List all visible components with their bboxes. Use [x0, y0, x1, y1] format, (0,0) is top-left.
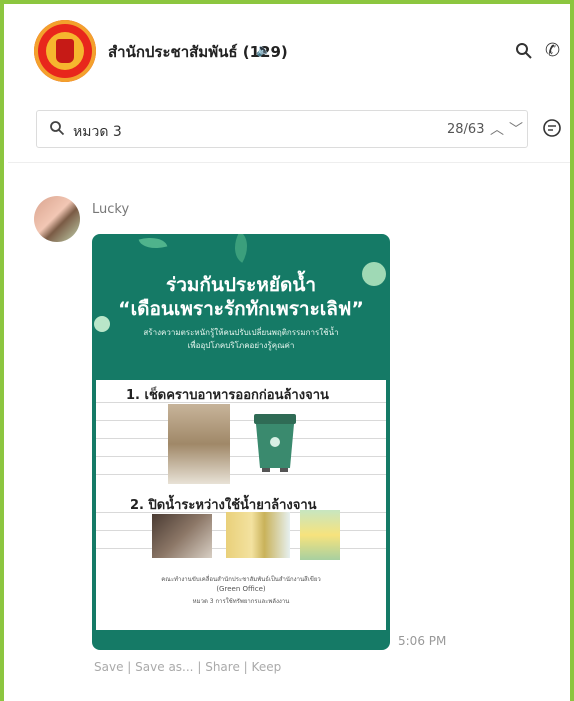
save-as-link[interactable]: Save as... — [135, 660, 193, 674]
photo-washing-dishes — [152, 514, 212, 558]
post-subtitle: สร้างความตระหนักรู้ให้คนปรับเปลี่ยนพฤติก… — [143, 328, 339, 337]
rule-line — [96, 456, 386, 457]
leaf-decoration — [226, 234, 256, 263]
message-actions: Save | Save as... | Share | Keep — [94, 660, 281, 674]
chat-window: สำนักประชาสัมพันธ์ (129) 🔈 ✆ หมวด 3 28/6… — [0, 0, 574, 701]
rule-line — [96, 438, 386, 439]
post-title: “เดือนเพราะรักทักเพราะเลิฟ” — [118, 298, 364, 320]
message-image-post[interactable]: ร่วมกันประหยัดน้ำ “เดือนเพราะรักทักเพราะ… — [92, 234, 390, 650]
search-icon[interactable] — [515, 42, 533, 64]
keep-link[interactable]: Keep — [252, 660, 282, 674]
post-content-panel: 1. เช็ดคราบอาหารออกก่อนล้างจาน 2. ปิดน้ำ… — [96, 380, 386, 630]
post-subtitle: เพื่ออุปโภคบริโภคอย่างรู้คุณค่า — [187, 341, 295, 350]
post-credit: (Green Office) — [216, 585, 266, 593]
message-search-bar[interactable]: หมวด 3 28/63 ︿ ﹀ — [36, 110, 528, 148]
leaf-decoration — [138, 234, 168, 254]
divider — [8, 162, 570, 163]
rule-line — [96, 474, 386, 475]
phone-icon[interactable]: ✆ — [545, 40, 560, 61]
chat-header: สำนักประชาสัมพันธ์ (129) 🔈 ✆ — [8, 8, 570, 92]
memo-icon[interactable] — [542, 118, 562, 138]
separator: | — [197, 660, 202, 674]
message-timestamp: 5:06 PM — [398, 634, 447, 648]
separator: | — [243, 660, 248, 674]
rule-line — [96, 420, 386, 421]
sender-name: Lucky — [92, 202, 130, 217]
separator: | — [127, 660, 132, 674]
photo-dish-soap — [226, 512, 290, 558]
post-credit: คณะทำงานขับเคลื่อนสำนักประชาสัมพันธ์เป็น… — [161, 576, 321, 583]
sender-avatar[interactable] — [34, 196, 80, 242]
group-avatar[interactable] — [34, 20, 96, 82]
bin-icon — [246, 408, 304, 478]
logo-emblem-center — [56, 39, 74, 63]
share-link[interactable]: Share — [205, 660, 240, 674]
post-step-1: 1. เช็ดคราบอาหารออกก่อนล้างจาน — [126, 388, 329, 403]
photo-dish-soap-pouch — [300, 510, 340, 560]
search-icon — [49, 120, 65, 140]
photo-person-cleaning — [168, 404, 230, 484]
save-link[interactable]: Save — [94, 660, 123, 674]
chevron-up-icon[interactable]: ︿ — [490, 119, 504, 139]
search-input[interactable]: หมวด 3 — [73, 121, 122, 143]
mute-icon: 🔈 — [256, 43, 271, 57]
chevron-down-icon[interactable]: ﹀ — [509, 119, 523, 139]
post-credit: หมวด 3 การใช้ทรัพยากรและพลังงาน — [192, 598, 290, 605]
search-result-count: 28/63 — [447, 122, 485, 137]
